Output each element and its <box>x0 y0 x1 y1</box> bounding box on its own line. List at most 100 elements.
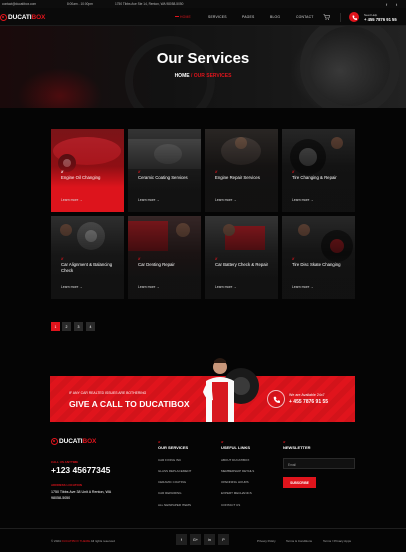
top-email[interactable]: contact@ducatibox.com <box>2 2 36 6</box>
service-title: Engine Repair Services <box>215 175 260 180</box>
breadcrumb: HOME / OUR SERVICES <box>0 73 406 79</box>
page-1-button[interactable]: 1 <box>51 322 60 331</box>
service-icon: /// <box>138 256 140 261</box>
copyright: © 2024 DUCATIBOX THEME All rights reserv… <box>51 539 115 543</box>
nav-home[interactable]: HOME <box>175 15 191 19</box>
nav-contact[interactable]: CONTACT <box>296 15 314 19</box>
footer-useful-link[interactable]: ABOUT DUCATIBOX <box>221 458 249 462</box>
address-label: ADDRESS LOCATION <box>51 483 82 487</box>
service-card[interactable]: /// Tire Disc Skate Changing Learn more <box>282 216 355 299</box>
cta-phone-label: We are Available 24x7 <box>289 393 325 397</box>
learn-more-link[interactable]: Learn more <box>292 285 314 289</box>
service-title: Car Denting Repair <box>138 262 175 267</box>
nav-pages[interactable]: PAGES <box>242 15 254 19</box>
hero-wheel-graphic <box>300 26 400 108</box>
mechanic-image <box>203 358 259 422</box>
footer-logo[interactable]: DUCATIBOX <box>51 438 96 445</box>
breadcrumb-home[interactable]: HOME <box>175 73 190 79</box>
top-hours: 8:00am - 10:00pm <box>67 2 93 6</box>
learn-more-link[interactable]: Learn more <box>138 198 160 202</box>
top-address: 1750 Tibbs Ave Ste 14, Renton, WA 98058-… <box>115 2 184 6</box>
footer-useful-link[interactable]: EXPERT MECHANICS <box>221 491 252 495</box>
service-icon: /// <box>292 256 294 261</box>
service-icon: /// <box>215 169 217 174</box>
service-title: Tire Changing & Repair <box>292 175 337 180</box>
logo-text: DUCATI <box>59 438 83 445</box>
learn-more-link[interactable]: Learn more <box>138 285 160 289</box>
service-card[interactable]: /// Ceramic Coating Services Learn more <box>128 129 201 212</box>
nav-blog[interactable]: BLOG <box>270 15 280 19</box>
service-icon: /// <box>138 169 140 174</box>
nav-divider <box>340 13 341 22</box>
privacy-policy-link[interactable]: Privacy Policy <box>257 539 276 543</box>
service-icon: /// <box>292 169 294 174</box>
learn-more-link[interactable]: Learn more <box>61 285 83 289</box>
subscribe-button[interactable]: SUBSCRIBE <box>283 477 316 488</box>
newsletter-heading: NEWSLETTER <box>283 440 311 450</box>
service-icon: /// <box>61 169 63 174</box>
cta-subtitle: IF ANY CAR REALTED ISSUES ARE BOTHERING <box>69 391 147 395</box>
learn-more-link[interactable]: Learn more <box>215 198 237 202</box>
service-title: Tire Disc Skate Changing <box>292 262 341 267</box>
footer-service-link[interactable]: CAR REPAIRING <box>158 491 181 495</box>
google-plus-icon[interactable]: G+ <box>190 534 201 545</box>
cta-phone[interactable]: + 455 7876 91 55 <box>289 399 328 405</box>
page-title: Our Services <box>156 50 250 67</box>
page-3-button[interactable]: 3 <box>74 322 83 331</box>
service-card[interactable]: /// Car Battery Check & Repair Learn mor… <box>205 216 278 299</box>
service-icon: /// <box>61 256 63 261</box>
call-label: CALL US ANYTIME <box>51 460 79 464</box>
phone-icon[interactable] <box>349 12 359 22</box>
logo-icon <box>0 13 7 21</box>
header-phone[interactable]: + 455 7876 91 55 <box>364 17 397 22</box>
nav-services[interactable]: SERVICES <box>208 15 227 19</box>
top-bar: contact@ducatibox.com 8:00am - 10:00pm 1… <box>0 0 406 8</box>
cta-phone-icon[interactable] <box>267 390 285 408</box>
footer-useful-heading: USEFUL LINKS <box>221 440 250 450</box>
page-4-button[interactable]: 4 <box>86 322 95 331</box>
service-title: Car Battery Check & Repair <box>215 262 269 267</box>
facebook-icon[interactable]: f <box>386 2 387 7</box>
cart-icon[interactable] <box>323 14 330 20</box>
learn-more-link[interactable]: Learn more <box>61 198 83 202</box>
pinterest-icon[interactable]: P <box>218 534 229 545</box>
service-title: Car Alignment & Balancing Check <box>61 262 113 273</box>
service-card[interactable]: /// Car Denting Repair Learn more <box>128 216 201 299</box>
breadcrumb-current: OUR SERVICES <box>193 73 232 79</box>
hero-tire-graphic <box>125 36 215 108</box>
main-nav: DUCATIBOX HOME SERVICES PAGES BLOG CONTA… <box>0 8 406 26</box>
learn-more-link[interactable]: Learn more <box>215 285 237 289</box>
footer-useful-link[interactable]: OPENNING HOURS <box>221 480 249 484</box>
terms-privacy-apps-link[interactable]: Terms / Privacy Apps <box>323 539 351 543</box>
service-title: Ceramic Coating Services <box>138 175 188 180</box>
terms-link[interactable]: Terms & Conditions <box>286 539 312 543</box>
footer-useful-link[interactable]: CONTACT US <box>221 503 240 507</box>
service-card[interactable]: /// Tire Changing & Repair Learn more <box>282 129 355 212</box>
service-title: Engine Oil Changing <box>61 175 101 180</box>
service-card[interactable]: /// Car Alignment & Balancing Check Lear… <box>51 216 124 299</box>
footer-phone[interactable]: +123 45677345 <box>51 465 110 475</box>
page-hero: Our Services HOME / OUR SERVICES <box>0 26 406 108</box>
service-card[interactable]: /// Engine Repair Services Learn more <box>205 129 278 212</box>
linkedin-icon[interactable]: in <box>204 534 215 545</box>
footer-address: 1750 Tibbs Ave 38 Unit A Renton, WA 9805… <box>51 490 111 500</box>
twitter-icon[interactable]: t <box>396 2 397 7</box>
footer-service-link[interactable]: CERAMIC COATING <box>158 480 186 484</box>
cta-title: GIVE A CALL TO DUCATIBOX <box>69 399 190 409</box>
footer-service-link[interactable]: ALL NEWPAPER ITEMS <box>158 503 191 507</box>
newsletter-email-field[interactable]: Email <box>283 458 355 469</box>
logo-icon <box>51 438 58 445</box>
copyright-brand[interactable]: DUCATIBOX THEME <box>62 539 91 543</box>
facebook-icon[interactable]: f <box>176 534 187 545</box>
service-card[interactable]: /// Engine Oil Changing Learn more <box>51 129 124 212</box>
page-2-button[interactable]: 2 <box>62 322 71 331</box>
footer-service-link[interactable]: GLASS REPLACEMENT <box>158 469 191 473</box>
logo[interactable]: DUCATIBOX <box>0 12 45 22</box>
service-icon: /// <box>215 256 217 261</box>
footer-services-heading: OUR SERVICES <box>158 440 188 450</box>
footer-useful-link[interactable]: MEMBERSHIP DETAILS <box>221 469 254 473</box>
learn-more-link[interactable]: Learn more <box>292 198 314 202</box>
breadcrumb-sep: / <box>190 73 193 79</box>
logo-accent: BOX <box>82 438 97 445</box>
footer-service-link[interactable]: CAR FIXING INC <box>158 458 181 462</box>
